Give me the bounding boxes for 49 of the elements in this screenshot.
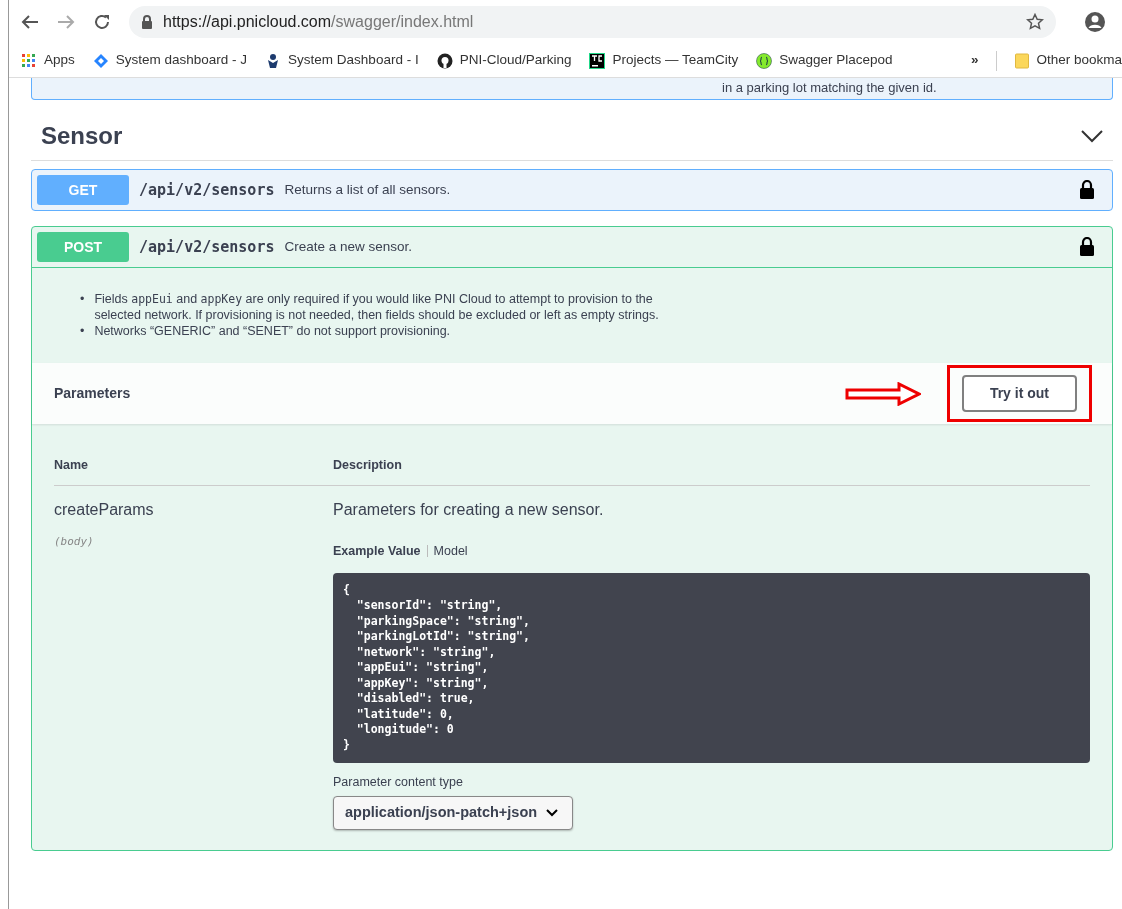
- star-icon[interactable]: [1026, 13, 1044, 31]
- avatar-icon[interactable]: [1084, 11, 1106, 33]
- lock-icon[interactable]: [1079, 237, 1095, 258]
- bookmark[interactable]: Projects — TeamCity: [589, 50, 739, 71]
- operation-header[interactable]: GET /api/v2/sensors Returns a list of all sensors.: [32, 170, 1112, 211]
- diamond-icon: [92, 52, 109, 69]
- section-title: Sensor: [41, 121, 123, 151]
- try-it-out-button[interactable]: Try it out: [961, 375, 1077, 413]
- endpoint-path: /api/v2/sensors: [139, 180, 275, 202]
- bookmark[interactable]: Apps: [21, 50, 75, 71]
- url-text: https://api.pnicloud.com/swagger/index.html: [163, 12, 474, 32]
- parameters-heading: Parameters: [54, 384, 131, 404]
- github-icon: [436, 52, 453, 69]
- overflow-button[interactable]: »: [970, 50, 979, 71]
- endpoint-path: /api/v2/sensors: [139, 237, 275, 259]
- operation-bar[interactable]: in a parking lot matching the given id.: [31, 78, 1113, 100]
- reload-icon[interactable]: [93, 13, 111, 31]
- operation-header[interactable]: POST /api/v2/sensors Create a new sensor.: [32, 227, 1112, 269]
- bullet-mark: •: [80, 323, 85, 340]
- bookmark[interactable]: System dashboard - J: [92, 50, 248, 71]
- description-text: Fields appEui and appKey are only required if you would like PNI Cloud to attempt to provision to the selected network. If provisioning is not needed, then fields should be excluded or left as empty strings.: [94, 292, 660, 324]
- operation-summary: Returns a list of all sensors.: [284, 181, 452, 200]
- chevron-icon[interactable]: [1081, 129, 1103, 143]
- parameter-description: Parameters for creating a new sensor.: [333, 500, 605, 520]
- operation-summary: in a parking lot matching the given id.: [722, 80, 937, 96]
- example-tab[interactable]: Model: [433, 542, 468, 561]
- lock-icon[interactable]: [1079, 180, 1095, 201]
- example-tab[interactable]: Example Value: [333, 542, 421, 561]
- description-text: Networks “GENERIC” and “SENET” do not support provisioning.: [94, 323, 451, 340]
- parameter-name: createParams: [54, 500, 155, 520]
- code-example: { "sensorId": "string", "parkingSpace": "string", "parkingLotId": "string", "network": "string", "appEui": "string", "appKey": "string", "disabled": true, "latitude": 0, "longitude": 0 }: [333, 572, 1090, 764]
- parameter-location: (body): [54, 534, 94, 550]
- field-label: Parameter content type: [333, 774, 464, 792]
- bookmark[interactable]: PNI-Cloud/Parking: [436, 50, 572, 71]
- bullet-mark: •: [80, 292, 85, 309]
- column-header: Description: [333, 457, 402, 475]
- folder-icon: [1015, 52, 1030, 69]
- column-header: Name: [54, 457, 90, 475]
- back-icon[interactable]: [21, 14, 39, 30]
- address-bar[interactable]: https://api.pnicloud.com/swagger/index.html: [129, 6, 1056, 38]
- content-type-dropdown[interactable]: application/json-patch+json: [333, 796, 573, 830]
- teamcity-icon: [589, 52, 606, 69]
- apps-icon: [21, 52, 37, 69]
- bookmark[interactable]: Swagger Placepod: [756, 50, 893, 71]
- bookmark[interactable]: Other bookma: [1015, 50, 1122, 71]
- lock-icon: [141, 15, 153, 29]
- globe-icon: [756, 52, 773, 69]
- operation-summary: Create a new sensor.: [284, 238, 414, 257]
- bookmark[interactable]: System Dashboard - I: [265, 50, 419, 71]
